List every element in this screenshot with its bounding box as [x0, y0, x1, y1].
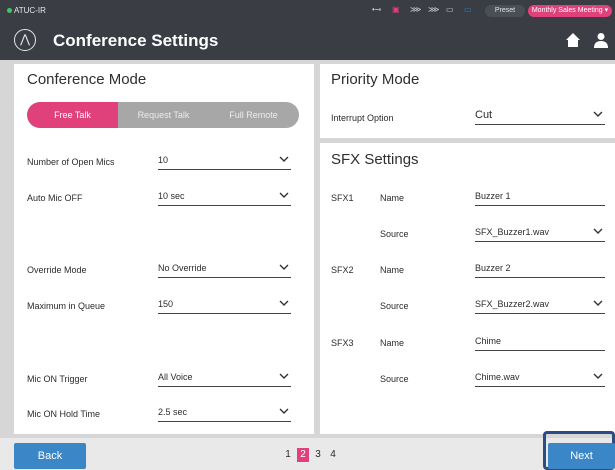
brand-logo-icon: ⋀: [14, 29, 36, 51]
sfx-name-label: Name: [380, 193, 405, 203]
setting-label: Maximum in Queue: [27, 301, 106, 311]
select-value: No Override: [158, 263, 207, 273]
page-4-link[interactable]: 4: [327, 448, 339, 462]
page-3-link[interactable]: 3: [312, 448, 324, 462]
sfx-source-label: Source: [380, 374, 409, 384]
connection-status-dot: [7, 8, 12, 13]
select-value: All Voice: [158, 372, 193, 382]
setting-label: Override Mode: [27, 265, 87, 275]
record-icon: ▣: [392, 5, 400, 14]
input-value: Buzzer 2: [475, 263, 511, 273]
sfx1-name-input[interactable]: Buzzer 1: [475, 188, 605, 206]
user-icon[interactable]: [594, 32, 608, 48]
chevron-down-icon: [279, 408, 289, 414]
page-title: Conference Settings: [53, 31, 219, 50]
preset-badge: Preset: [485, 5, 525, 17]
conference-mode-title: Conference Mode: [27, 71, 147, 88]
setting-label: Number of Open Mics: [27, 157, 115, 167]
chevron-down-icon: [279, 264, 289, 270]
page-1-link[interactable]: 1: [282, 448, 294, 462]
select-value: 10 sec: [158, 191, 185, 201]
select-value: SFX_Buzzer1.wav: [475, 227, 550, 237]
back-button[interactable]: Back: [14, 443, 86, 469]
sfx-settings-panel: [320, 143, 615, 434]
chevron-down-icon: [593, 228, 603, 234]
sfx3-name-input[interactable]: Chime: [475, 333, 605, 351]
chevron-down-icon: [593, 300, 603, 306]
sfx-source-label: Source: [380, 229, 409, 239]
select-value: Chime.wav: [475, 372, 520, 382]
chevron-down-icon: [279, 300, 289, 306]
sfx1-source-select[interactable]: SFX_Buzzer1.wav: [475, 224, 605, 242]
chevron-down-icon: [279, 156, 289, 162]
setting-label: Auto Mic OFF: [27, 193, 83, 203]
sfx2-source-select[interactable]: SFX_Buzzer2.wav: [475, 296, 605, 314]
page-2-link[interactable]: 2: [297, 448, 309, 462]
preset-name-label: Monthly Sales Meeting: [531, 7, 603, 14]
priority-mode-title: Priority Mode: [331, 71, 420, 88]
open-mics-select[interactable]: 10: [158, 152, 291, 170]
mode-full-remote-button[interactable]: Full Remote: [208, 102, 299, 128]
usb-icon: •⊸: [372, 5, 382, 14]
antenna-icon: ⋙: [410, 5, 422, 14]
mode-free-talk-button[interactable]: Free Talk: [27, 102, 118, 128]
setting-label: Mic ON Trigger: [27, 374, 88, 384]
select-value: SFX_Buzzer2.wav: [475, 299, 550, 309]
select-value: Cut: [475, 109, 493, 121]
sfx-source-label: Source: [380, 301, 409, 311]
network-icon: ▭: [464, 5, 472, 14]
next-button[interactable]: Next: [548, 443, 615, 469]
auto-mic-off-select[interactable]: 10 sec: [158, 188, 291, 206]
select-value: 10: [158, 155, 169, 165]
mic-on-hold-time-select[interactable]: 2.5 sec: [158, 404, 291, 422]
override-mode-select[interactable]: No Override: [158, 260, 291, 278]
interrupt-option-select[interactable]: Cut: [475, 107, 605, 125]
chevron-down-icon: [279, 192, 289, 198]
interrupt-option-label: Interrupt Option: [331, 113, 394, 123]
chevron-down-icon: [593, 111, 603, 117]
status-bar: ATUC-IR •⊸ ▣ ⋙ ⋙ ▭ ▭ Preset Monthly Sale…: [0, 0, 615, 22]
input-value: Chime: [475, 336, 502, 346]
app-name: ATUC-IR: [14, 6, 46, 15]
sfx3-source-select[interactable]: Chime.wav: [475, 369, 605, 387]
sfx-id-label: SFX2: [331, 265, 354, 275]
sfx-name-label: Name: [380, 338, 405, 348]
select-value: 2.5 sec: [158, 407, 188, 417]
home-icon[interactable]: [565, 32, 581, 48]
select-value: 150: [158, 299, 174, 309]
mode-request-talk-button[interactable]: Request Talk: [118, 102, 209, 128]
antenna-icon: ⋙: [428, 5, 440, 14]
sfx2-name-input[interactable]: Buzzer 2: [475, 260, 605, 278]
title-bar: ⋀ Conference Settings: [0, 22, 615, 60]
input-value: Buzzer 1: [475, 191, 511, 201]
conference-mode-selector: Free Talk Request Talk Full Remote: [27, 102, 299, 128]
chevron-down-icon: [279, 373, 289, 379]
sfx-id-label: SFX1: [331, 193, 354, 203]
sfx-id-label: SFX3: [331, 338, 354, 348]
preset-name-badge[interactable]: Monthly Sales Meeting ▾: [528, 5, 612, 17]
mic-on-trigger-select[interactable]: All Voice: [158, 369, 291, 387]
max-queue-select[interactable]: 150: [158, 296, 291, 314]
sfx-name-label: Name: [380, 265, 405, 275]
sfx-settings-title: SFX Settings: [331, 151, 419, 168]
setting-label: Mic ON Hold Time: [27, 409, 101, 419]
battery-icon: ▭: [446, 5, 454, 14]
chevron-down-icon: [593, 373, 603, 379]
